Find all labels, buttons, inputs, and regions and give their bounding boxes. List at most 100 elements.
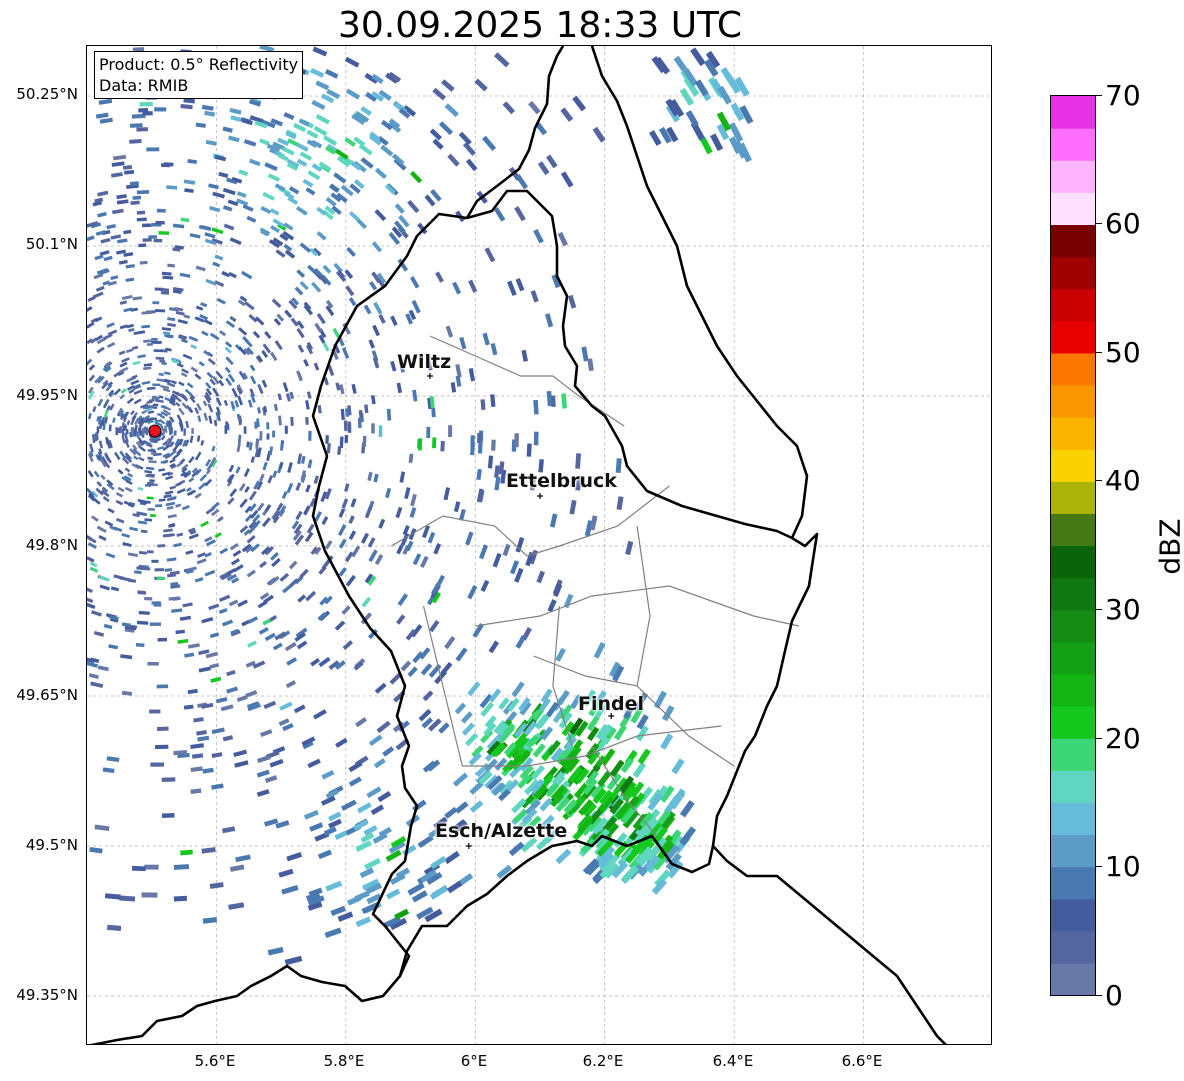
echo-cell bbox=[155, 356, 165, 361]
echo-cell bbox=[102, 496, 110, 503]
echo-cell bbox=[169, 570, 180, 576]
echo-cell bbox=[533, 431, 539, 446]
echo-cell bbox=[161, 777, 176, 783]
echo-cell bbox=[171, 608, 183, 613]
echo-cell bbox=[113, 526, 123, 533]
echo-cell bbox=[273, 403, 278, 412]
echo-cell bbox=[252, 330, 261, 339]
echo-cell bbox=[233, 564, 244, 573]
echo-cell bbox=[160, 163, 171, 168]
echo-cell bbox=[267, 946, 284, 956]
echo-cell bbox=[87, 470, 94, 478]
echo-cell bbox=[348, 776, 362, 787]
echo-cell bbox=[480, 579, 490, 592]
echo-cell bbox=[155, 399, 164, 403]
echo-cell bbox=[161, 361, 167, 366]
echo-cell bbox=[318, 656, 331, 668]
echo-cell bbox=[710, 133, 724, 152]
echo-cell bbox=[200, 302, 208, 308]
colorbar-tick bbox=[1096, 480, 1102, 481]
echo-cell bbox=[372, 324, 381, 337]
echo-cell bbox=[494, 476, 501, 491]
echo-cell bbox=[448, 425, 453, 437]
echo-cell bbox=[106, 223, 116, 230]
echo-cell bbox=[429, 886, 448, 900]
echo-cell bbox=[494, 465, 500, 478]
echo-cell bbox=[409, 507, 417, 518]
echo-cell bbox=[119, 324, 129, 330]
echo-cell bbox=[303, 359, 310, 367]
echo-cell bbox=[87, 358, 93, 367]
echo-cell bbox=[175, 629, 186, 635]
lat-tick-label: 49.65°N bbox=[16, 686, 78, 704]
echo-cell bbox=[124, 486, 133, 493]
echo-cell bbox=[360, 532, 370, 544]
echo-cell bbox=[115, 427, 118, 436]
echo-cell bbox=[196, 558, 207, 565]
echo-cell bbox=[444, 806, 458, 819]
echo-cell bbox=[426, 426, 431, 438]
echo-cell bbox=[166, 557, 177, 562]
colorbar-segment bbox=[1051, 449, 1095, 482]
echo-cell bbox=[469, 800, 484, 813]
echo-cell bbox=[396, 382, 402, 394]
echo-cell bbox=[190, 366, 199, 373]
echo-cell bbox=[141, 324, 151, 329]
echo-cell bbox=[515, 635, 527, 649]
lon-tick-label: 5.8°E bbox=[323, 1052, 365, 1070]
echo-cell bbox=[127, 472, 134, 478]
echo-cell bbox=[286, 657, 298, 666]
echo-cell bbox=[224, 346, 232, 354]
echo-cell bbox=[154, 340, 162, 344]
echo-cell bbox=[151, 338, 158, 341]
echo-cell bbox=[188, 335, 199, 342]
echo-cell bbox=[410, 493, 417, 507]
echo-cell bbox=[177, 638, 189, 644]
echo-cell bbox=[567, 294, 577, 309]
echo-cell bbox=[660, 733, 674, 750]
echo-cell bbox=[144, 864, 159, 870]
echo-cell bbox=[312, 46, 328, 57]
echo-cell bbox=[324, 69, 339, 79]
echo-cell bbox=[185, 549, 194, 555]
echo-cell bbox=[167, 322, 176, 327]
echo-cell bbox=[228, 271, 237, 279]
echo-cell bbox=[87, 602, 96, 610]
echo-cell bbox=[184, 388, 193, 396]
echo-cell bbox=[194, 451, 202, 461]
colorbar-segment bbox=[1051, 641, 1095, 675]
echo-cell bbox=[390, 360, 397, 372]
radar-map[interactable] bbox=[86, 45, 992, 1045]
echo-cell bbox=[275, 249, 286, 258]
echo-cell bbox=[557, 689, 570, 706]
echo-cell bbox=[242, 204, 254, 212]
echo-cell bbox=[155, 504, 163, 508]
city-label-findel: Findel bbox=[578, 693, 645, 715]
echo-cell bbox=[408, 453, 414, 464]
echo-cell bbox=[112, 417, 116, 423]
echo-cell bbox=[88, 673, 99, 680]
echo-cell bbox=[238, 169, 249, 176]
echo-cell bbox=[176, 479, 186, 487]
echo-cell bbox=[305, 590, 317, 602]
echo-cell bbox=[147, 661, 159, 666]
echo-cell bbox=[146, 147, 160, 152]
echo-cell bbox=[121, 690, 133, 696]
echo-cell bbox=[452, 772, 469, 787]
echo-cell bbox=[152, 406, 158, 409]
colorbar-segment bbox=[1051, 224, 1095, 258]
echo-cell bbox=[241, 270, 253, 280]
echo-cell bbox=[106, 341, 116, 349]
echo-cell bbox=[575, 453, 582, 469]
echo-cell bbox=[132, 296, 143, 301]
echo-cell bbox=[284, 955, 303, 966]
echo-cell bbox=[155, 309, 166, 313]
echo-cell bbox=[87, 536, 97, 544]
echo-cell bbox=[206, 371, 214, 379]
echo-cell bbox=[110, 234, 122, 240]
echo-cell bbox=[255, 439, 260, 450]
echo-cell bbox=[317, 849, 332, 860]
echo-cell bbox=[411, 299, 421, 314]
echo-cell bbox=[245, 690, 258, 698]
echo-cell bbox=[214, 532, 222, 539]
